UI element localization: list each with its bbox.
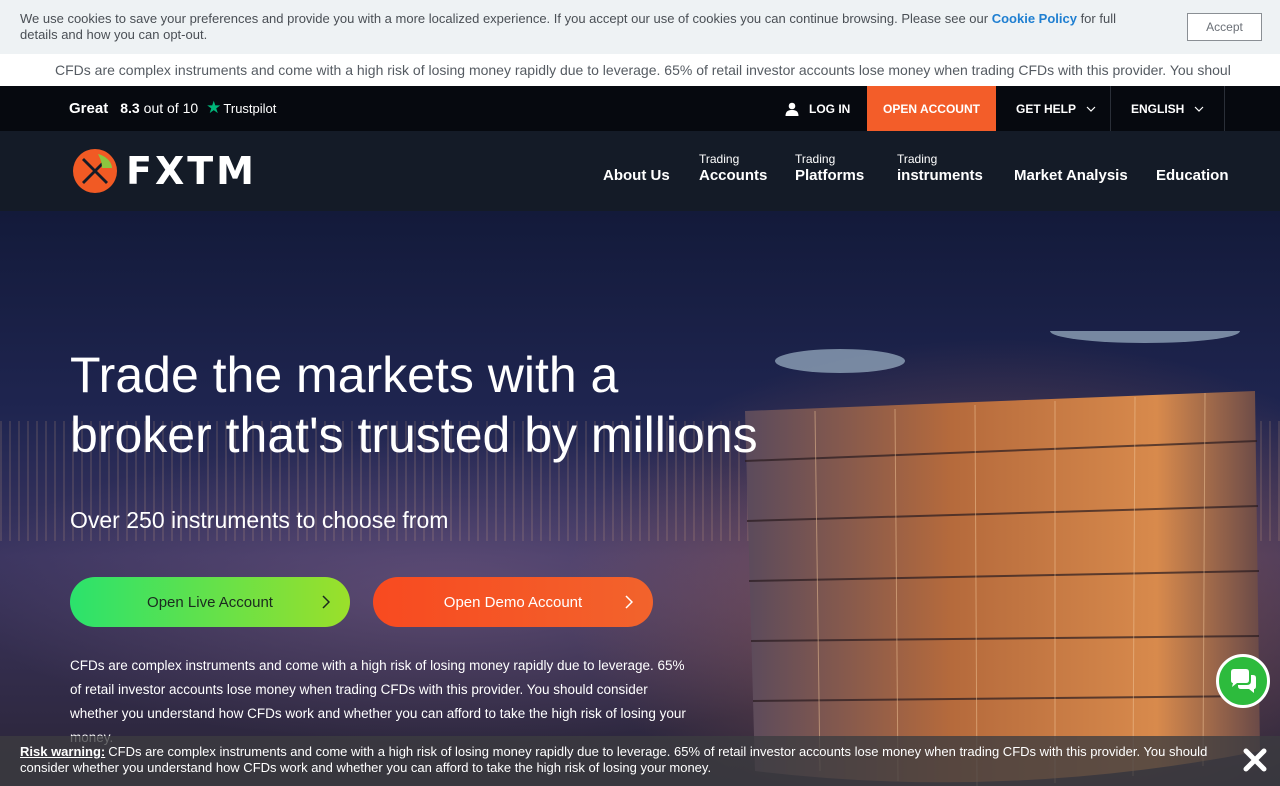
cookie-banner: We use cookies to save your preferences … [0,0,1280,54]
open-account-button[interactable]: OPEN ACCOUNT [867,86,996,131]
language-dropdown[interactable]: ENGLISH [1111,86,1225,131]
nav-accounts-big: Accounts [699,167,768,184]
risk-warning-label[interactable]: Risk warning: [20,744,105,759]
trust-outof: out of 10 [143,100,199,116]
user-icon [785,102,799,116]
login-link[interactable]: LOG IN [785,86,850,131]
chevron-right-icon [625,595,633,609]
top-bar: Great 8.3 out of 10 ★ Trustpilot LOG IN … [0,86,1280,131]
trust-rating: Great [69,99,109,117]
chevron-down-icon [1194,106,1204,112]
close-icon[interactable] [1242,747,1268,773]
chat-icon [1231,669,1256,693]
ticker-text: CFDs are complex instruments and come wi… [55,62,1231,78]
nav-accounts-small: Trading [699,152,740,166]
risk-warning-message: Risk warning: CFDs are complex instrument… [20,744,1260,776]
cookie-text-before: We use cookies to save your preferences … [20,11,992,26]
chevron-right-icon [322,595,330,609]
chevron-down-icon [1086,106,1096,112]
logo-mark-icon [73,149,117,193]
logo-text: FXTM [126,149,257,193]
language-label: ENGLISH [1131,101,1185,116]
get-help-label: GET HELP [1016,101,1077,116]
open-live-account-button[interactable]: Open Live Account [70,577,350,627]
risk-warning-bar: Risk warning: CFDs are complex instrument… [0,736,1280,786]
hero-title: Trade the markets with a broker that's t… [70,347,758,463]
get-help-dropdown[interactable]: GET HELP [996,86,1111,131]
trustpilot-brand: Trustpilot [223,100,277,116]
building-image [744,331,1261,786]
live-button-label: Open Live Account [147,593,273,611]
nav-instruments-big: instruments [897,167,983,184]
open-demo-account-button[interactable]: Open Demo Account [373,577,653,627]
trust-score: 8.3 [120,100,140,116]
login-label: LOG IN [809,101,851,116]
nav-platforms-big: Platforms [795,167,865,184]
risk-warning-text: CFDs are complex instruments and come wi… [20,744,1208,775]
cookie-policy-link[interactable]: Cookie Policy [992,11,1077,26]
chat-button[interactable] [1216,654,1270,708]
cookie-accept-button[interactable]: Accept [1187,13,1262,41]
cookie-message: We use cookies to save your preferences … [20,11,1150,43]
nav-instruments-small: Trading [897,152,938,166]
hero-section: Trade the markets with a broker that's t… [0,211,1280,786]
nav-platforms-small: Trading [795,152,836,166]
trustpilot-widget[interactable]: Great 8.3 out of 10 ★ Trustpilot [69,98,276,118]
star-icon: ★ [206,98,222,117]
hero-subtitle: Over 250 instruments to choose from [70,507,449,533]
main-navigation: FXTM About Us Trading Accounts Trading P… [0,131,1280,211]
fxtm-logo[interactable]: FXTM [72,148,257,194]
risk-ticker: CFDs are complex instruments and come wi… [0,54,1280,86]
demo-button-label: Open Demo Account [443,593,583,611]
